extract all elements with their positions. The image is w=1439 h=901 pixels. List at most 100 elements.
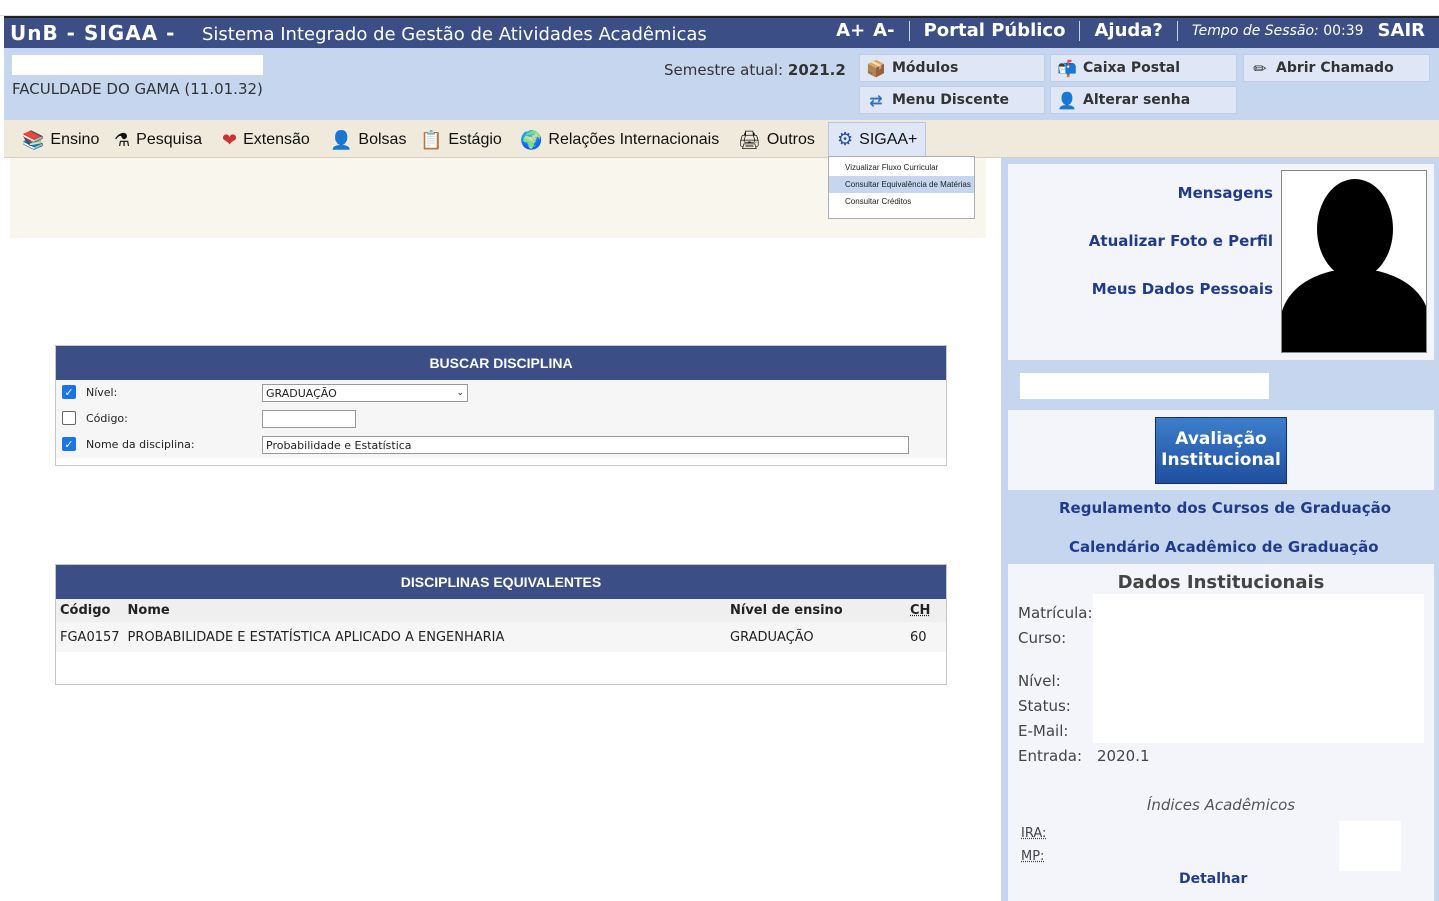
menu-pesquisa[interactable]: ⚗ Pesquisa (114, 126, 202, 154)
table-row: FGA0157 PROBABILIDADE E ESTATÍSTICA APLI… (56, 622, 946, 652)
nivel-select[interactable]: GRADUAÇÃO ⌄ (262, 384, 468, 402)
calendario-link[interactable]: Calendário Acadêmico de Graduação (1069, 538, 1379, 556)
nome-label: Nome da disciplina: (86, 437, 195, 451)
menu-sigaa-plus[interactable]: ⚙ SIGAA+ (828, 122, 927, 156)
indices-title: Índices Acadêmicos (1146, 796, 1296, 814)
nome-row: ✓ Nome da disciplina: (62, 437, 195, 451)
header-right: A+ A- Portal Público Ajuda? Tempo de Ses… (836, 20, 1425, 41)
menu-relacoes-internacionais[interactable]: 🌍 Relações Internacionais (520, 126, 719, 154)
font-increase-button[interactable]: A+ (836, 20, 865, 41)
mailbox-icon: 📬 (1057, 58, 1077, 78)
person-silhouette-icon (1282, 171, 1426, 352)
chevron-down-icon: ⌄ (456, 388, 464, 398)
clipboard-icon: 📋 (420, 129, 443, 150)
links-card: Avaliação Institucional (1008, 410, 1434, 490)
pencil-icon: ✏ (1253, 58, 1267, 78)
menu-extensao[interactable]: ❤ Extensão (222, 126, 310, 154)
session-timer: Tempo de Sessão: 00:39 (1191, 22, 1364, 39)
nome-checkbox[interactable]: ✓ (62, 437, 76, 451)
menu-ensino[interactable]: 📚 Ensino (22, 126, 99, 154)
right-sidebar: Mensagens Atualizar Foto e Perfil Meus D… (1001, 158, 1439, 901)
table-header-row: Código Nome Nível de ensino CH (56, 599, 946, 622)
avaliacao-line2: Institucional (1161, 450, 1281, 470)
faculty-label: FACULDADE DO GAMA (11.01.32) (12, 80, 263, 98)
avaliacao-institucional-banner[interactable]: Avaliação Institucional (1155, 417, 1287, 484)
nome-disciplina-input[interactable]: Probabilidade e Estatística (262, 436, 909, 454)
header-divider (1176, 20, 1178, 41)
panel-title: BUSCAR DISCIPLINA (56, 346, 946, 380)
user-key-icon: 👤 (1057, 90, 1077, 110)
alterar-senha-button[interactable]: 👤 Alterar senha (1050, 86, 1237, 114)
books-icon: 📚 (22, 129, 45, 150)
codigo-input[interactable] (262, 410, 356, 428)
sidebar-blank-box (1020, 373, 1269, 399)
header-divider (1079, 20, 1081, 41)
caixa-postal-button[interactable]: 📬 Caixa Postal (1050, 54, 1237, 82)
mp-label: MP: (1021, 849, 1045, 864)
regulamento-link[interactable]: Regulamento dos Cursos de Graduação (1059, 499, 1391, 517)
top-header: UnB - SIGAA - Sistema Integrado de Gestã… (4, 16, 1439, 48)
person-icon: 👤 (330, 129, 353, 150)
abrir-chamado-button[interactable]: ✏ Abrir Chamado (1243, 54, 1430, 82)
modulos-button[interactable]: 📦 Módulos (859, 54, 1045, 82)
ajuda-link[interactable]: Ajuda? (1094, 20, 1162, 41)
atualizar-foto-link[interactable]: Atualizar Foto e Perfil (1089, 232, 1273, 250)
codigo-row: Código: (62, 411, 128, 425)
sigaa-plus-dropdown: Vizualizar Fluxo Curricular Consultar Eq… (828, 156, 975, 219)
equivalentes-table: Código Nome Nível de ensino CH FGA0157 P… (56, 599, 946, 652)
codigo-label: Código: (86, 411, 128, 425)
menu-discente-button[interactable]: ⇄ Menu Discente (859, 86, 1045, 114)
semestre-atual: Semestre atual: 2021.2 (664, 61, 846, 79)
dados-values-box (1093, 594, 1424, 743)
profile-card: Mensagens Atualizar Foto e Perfil Meus D… (1008, 164, 1434, 360)
printer-icon: 🖨 (738, 129, 761, 150)
heart-hands-icon: ❤ (222, 129, 238, 150)
entrada-label: Entrada: (1018, 747, 1082, 765)
avaliacao-line1: Avaliação (1175, 429, 1267, 449)
status-label: Status: (1018, 697, 1071, 715)
globe-icon: 🌍 (520, 129, 543, 150)
col-nome: Nome (123, 599, 726, 622)
header-divider (908, 20, 910, 41)
matricula-label: Matrícula: (1018, 604, 1093, 622)
dropdown-item-creditos[interactable]: Consultar Créditos (829, 193, 974, 210)
col-ch: CH (906, 599, 946, 622)
menu-estagio[interactable]: 📋 Estágio (420, 126, 502, 154)
cell-codigo: FGA0157 (56, 622, 124, 652)
dropdown-item-equivalencia[interactable]: Consultar Equivalência de Matérias (829, 176, 974, 193)
menu-bolsas[interactable]: 👤 Bolsas (330, 126, 406, 154)
cell-nome: PROBABILIDADE E ESTATÍSTICA APLICADO A E… (123, 622, 726, 652)
nivel-row: ✓ Nível: (62, 385, 117, 399)
codigo-checkbox[interactable] (62, 411, 76, 425)
info-bar: FACULDADE DO GAMA (11.01.32) Semestre at… (4, 48, 1439, 120)
gear-icon: ⚙ (837, 129, 854, 149)
font-decrease-button[interactable]: A- (873, 20, 894, 41)
user-name-box (12, 55, 263, 75)
avatar (1281, 170, 1427, 353)
dropdown-item-fluxo[interactable]: Vizualizar Fluxo Curricular (829, 159, 974, 176)
sair-button[interactable]: SAIR (1378, 20, 1425, 41)
portal-publico-link[interactable]: Portal Público (924, 20, 1066, 41)
menu-outros[interactable]: 🖨 Outros (738, 126, 815, 154)
nivel-label: Nível: (1018, 672, 1061, 690)
brand-title: UnB - SIGAA - (10, 21, 176, 45)
col-codigo: Código (56, 599, 124, 622)
entrada-value: 2020.1 (1097, 747, 1150, 765)
nivel-label: Nível: (86, 385, 118, 399)
network-icon: ⇄ (869, 90, 883, 110)
dados-institucionais-card: Dados Institucionais Matrícula: Curso: N… (1008, 564, 1434, 901)
nivel-selected-value: GRADUAÇÃO (266, 386, 337, 400)
meus-dados-link[interactable]: Meus Dados Pessoais (1092, 280, 1273, 298)
system-name: Sistema Integrado de Gestão de Atividade… (202, 24, 707, 45)
flask-icon: ⚗ (114, 129, 131, 150)
cell-ch: 60 (906, 622, 946, 652)
mensagens-link[interactable]: Mensagens (1178, 184, 1273, 202)
ira-label: IRA: (1021, 826, 1047, 841)
disciplinas-equivalentes-panel: DISCIPLINAS EQUIVALENTES Código Nome Nív… (55, 564, 947, 685)
nivel-checkbox[interactable]: ✓ (62, 385, 76, 399)
detalhar-link[interactable]: Detalhar (1179, 871, 1247, 887)
col-nivel: Nível de ensino (726, 599, 906, 622)
buscar-disciplina-panel: BUSCAR DISCIPLINA ✓ Nível: GRADUAÇÃO ⌄ C… (55, 345, 947, 466)
dados-title: Dados Institucionais (1117, 572, 1325, 593)
panel-title: DISCIPLINAS EQUIVALENTES (56, 565, 946, 599)
